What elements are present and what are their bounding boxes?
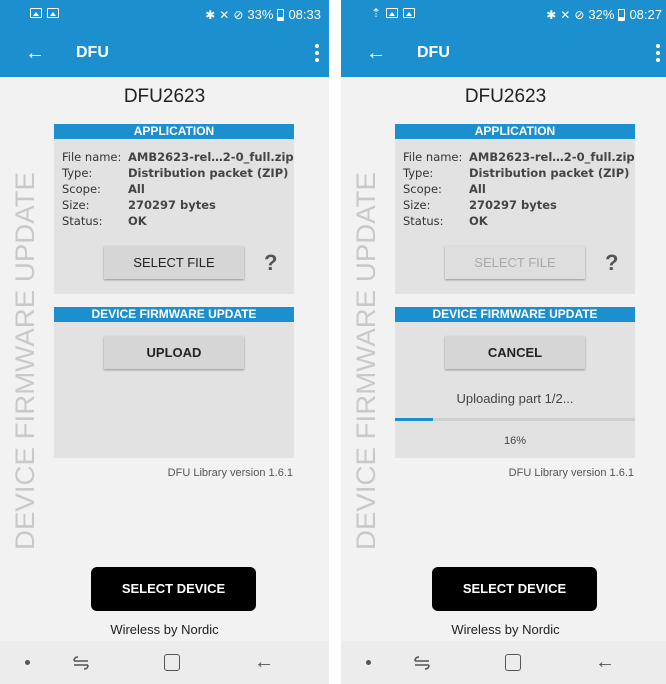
vertical-title: DEVICE FIRMWARE UPDATE bbox=[4, 170, 44, 550]
back-arrow-icon[interactable]: ← bbox=[365, 42, 387, 64]
app-title: DFU bbox=[417, 44, 450, 61]
nav-dot-icon[interactable] bbox=[25, 660, 30, 665]
file-name-value: AMB2623-rel…2-0_full.zip bbox=[128, 150, 294, 164]
type-label: Type: bbox=[403, 166, 434, 180]
battery-percent: 32% bbox=[588, 7, 615, 22]
upload-status-text: Uploading part 1/2... bbox=[456, 391, 574, 406]
battery-icon bbox=[277, 8, 285, 21]
cancel-button[interactable]: CANCEL bbox=[445, 336, 585, 369]
nav-back-icon[interactable]: ← bbox=[595, 652, 615, 672]
size-label: Size: bbox=[62, 198, 90, 212]
nav-back-icon[interactable]: ← bbox=[254, 652, 274, 672]
progress-percent: 16% bbox=[503, 435, 527, 447]
vertical-title-text: DEVICE FIRMWARE UPDATE bbox=[10, 172, 40, 550]
status-bar: ✱ ✕ ⊘ 33% 08:33 bbox=[0, 0, 329, 30]
image-notification-icon bbox=[30, 8, 42, 18]
help-icon[interactable]: ? bbox=[605, 250, 618, 276]
vertical-title: DEVICE FIRMWARE UPDATE bbox=[345, 170, 385, 550]
status-bar: ⇡ ✱ ✕ ⊘ 32% 08:27 bbox=[341, 0, 666, 30]
dfu-header: DEVICE FIRMWARE UPDATE bbox=[395, 307, 635, 322]
size-value: 270297 bytes bbox=[469, 198, 557, 212]
app-bar: ← DFU bbox=[341, 30, 666, 77]
scope-value: All bbox=[469, 182, 486, 196]
upload-button[interactable]: UPLOAD bbox=[104, 336, 244, 369]
status-value: OK bbox=[469, 214, 488, 228]
scope-label: Scope: bbox=[62, 182, 101, 196]
library-version: DFU Library version 1.6.1 bbox=[167, 467, 293, 479]
image-notification-icon bbox=[386, 8, 399, 18]
application-panel: APPLICATION File name: AMB2623-rel…2-0_fu… bbox=[395, 124, 635, 294]
do-not-disturb-icon: ⊘ bbox=[233, 7, 244, 22]
size-label: Size: bbox=[403, 198, 431, 212]
application-header: APPLICATION bbox=[54, 124, 294, 139]
select-file-button[interactable]: SELECT FILE bbox=[104, 246, 244, 279]
gallery-notification-icon bbox=[403, 8, 416, 18]
navigation-bar: ← bbox=[0, 641, 329, 684]
select-file-button[interactable]: SELECT FILE bbox=[445, 246, 585, 279]
dfu-screen-idle: ✱ ✕ ⊘ 33% 08:33 ← DFU DEVICE FIRMWARE UP… bbox=[0, 0, 329, 684]
file-info: File name: AMB2623-rel…2-0_full.zip Type:… bbox=[403, 149, 635, 229]
library-version: DFU Library version 1.6.1 bbox=[508, 467, 634, 479]
status-value: OK bbox=[128, 214, 147, 228]
type-label: Type: bbox=[62, 166, 93, 180]
gallery-notification-icon bbox=[47, 8, 59, 18]
application-panel: APPLICATION File name: AMB2623-rel…2-0_fu… bbox=[54, 124, 294, 294]
recents-icon[interactable] bbox=[72, 655, 90, 671]
mute-icon: ✕ bbox=[219, 7, 230, 22]
progress-bar bbox=[395, 418, 635, 421]
file-name-value: AMB2623-rel…2-0_full.zip bbox=[469, 150, 635, 164]
device-name: DFU2623 bbox=[123, 86, 206, 107]
help-icon[interactable]: ? bbox=[264, 250, 277, 276]
type-value: Distribution packet (ZIP) bbox=[128, 166, 289, 180]
vertical-title-text: DEVICE FIRMWARE UPDATE bbox=[351, 172, 381, 550]
dfu-panel: DEVICE FIRMWARE UPDATE UPLOAD bbox=[54, 307, 294, 458]
status-label: Status: bbox=[62, 214, 103, 228]
scope-value: All bbox=[128, 182, 145, 196]
progress-bar-fill bbox=[395, 418, 434, 421]
battery-icon bbox=[618, 8, 626, 21]
back-arrow-icon[interactable]: ← bbox=[24, 42, 46, 64]
app-title: DFU bbox=[76, 44, 109, 61]
file-name-label: File name: bbox=[62, 150, 122, 164]
clock: 08:27 bbox=[629, 7, 662, 22]
overflow-menu-icon[interactable] bbox=[650, 40, 666, 66]
footer-text: Wireless by Nordic bbox=[110, 622, 219, 637]
bluetooth-icon: ✱ bbox=[205, 7, 216, 22]
dfu-screen-uploading: ⇡ ✱ ✕ ⊘ 32% 08:27 ← DFU DEVICE FIRMWARE … bbox=[341, 0, 666, 684]
select-device-button[interactable]: SELECT DEVICE bbox=[432, 567, 597, 611]
select-device-button[interactable]: SELECT DEVICE bbox=[91, 567, 256, 611]
clock: 08:33 bbox=[288, 7, 321, 22]
size-value: 270297 bytes bbox=[128, 198, 216, 212]
home-icon[interactable] bbox=[505, 654, 521, 671]
recents-icon[interactable] bbox=[413, 655, 431, 671]
file-name-label: File name: bbox=[403, 150, 463, 164]
footer-text: Wireless by Nordic bbox=[451, 622, 560, 637]
scope-label: Scope: bbox=[403, 182, 442, 196]
device-name: DFU2623 bbox=[464, 86, 547, 107]
navigation-bar: ← bbox=[341, 641, 666, 684]
type-value: Distribution packet (ZIP) bbox=[469, 166, 630, 180]
app-bar: ← DFU bbox=[0, 30, 329, 77]
nav-dot-icon[interactable] bbox=[366, 660, 371, 665]
home-icon[interactable] bbox=[164, 654, 180, 671]
upload-notification-icon: ⇡ bbox=[371, 6, 382, 20]
file-info: File name: AMB2623-rel…2-0_full.zip Type:… bbox=[62, 149, 294, 229]
dfu-header: DEVICE FIRMWARE UPDATE bbox=[54, 307, 294, 322]
mute-icon: ✕ bbox=[560, 7, 571, 22]
status-label: Status: bbox=[403, 214, 444, 228]
overflow-menu-icon[interactable] bbox=[309, 40, 325, 66]
bluetooth-icon: ✱ bbox=[546, 7, 557, 22]
do-not-disturb-icon: ⊘ bbox=[574, 7, 585, 22]
dfu-panel: DEVICE FIRMWARE UPDATE CANCEL Uploading … bbox=[395, 307, 635, 458]
battery-percent: 33% bbox=[247, 7, 274, 22]
application-header: APPLICATION bbox=[395, 124, 635, 139]
